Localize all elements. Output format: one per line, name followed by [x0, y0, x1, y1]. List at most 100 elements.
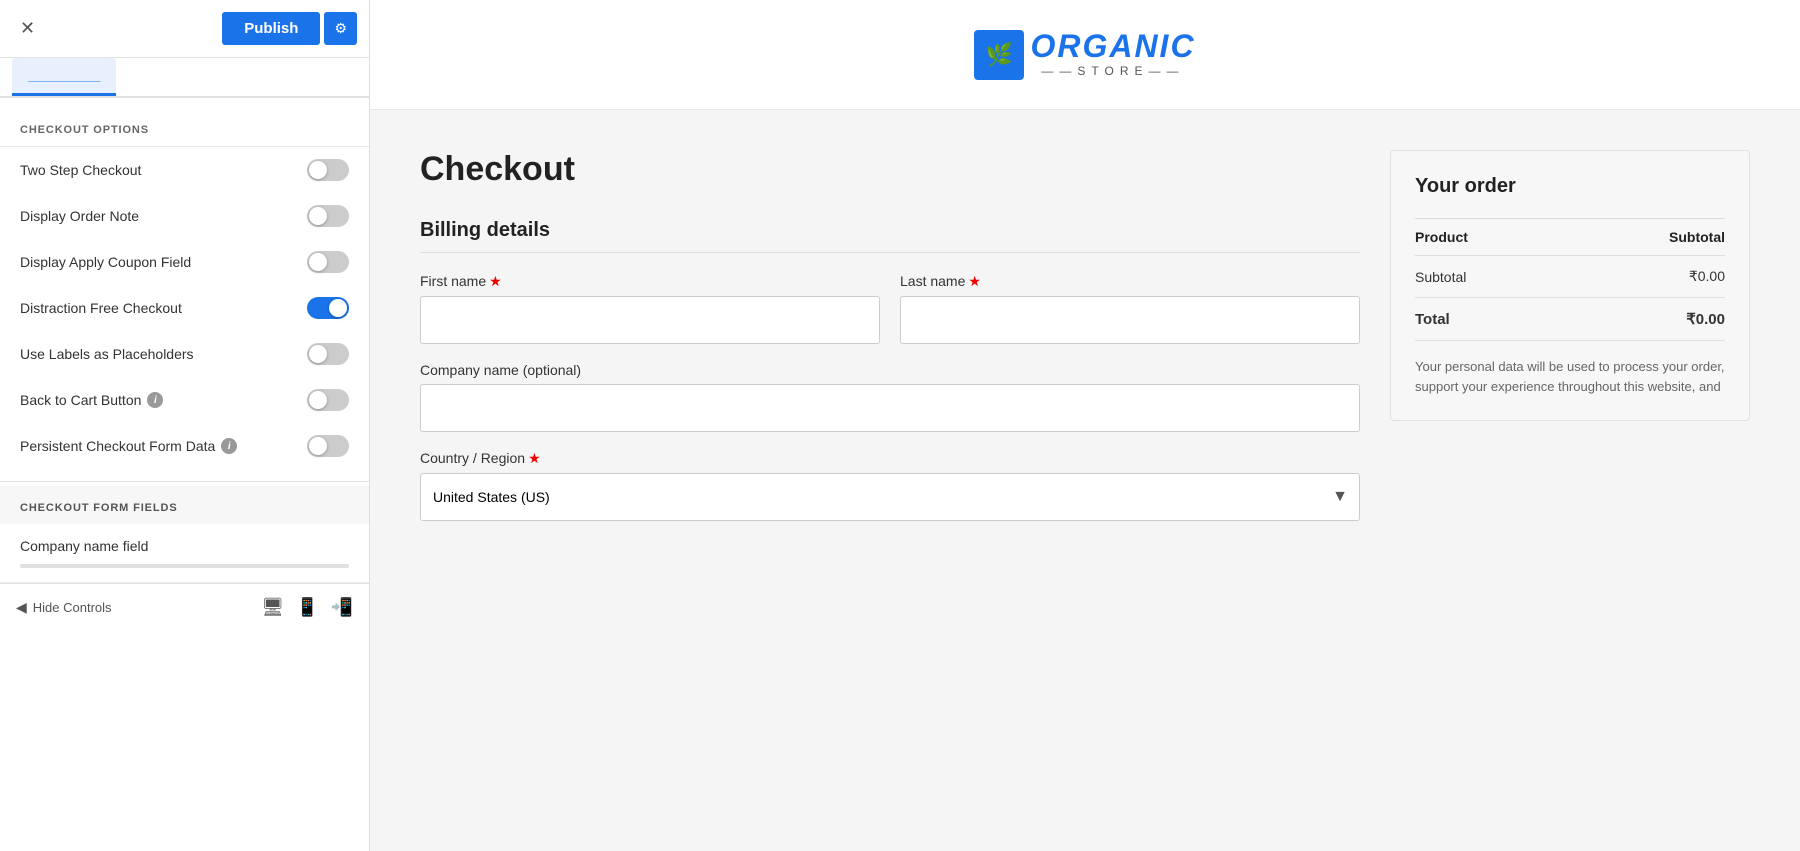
checkout-title: Checkout: [420, 150, 1360, 189]
company-name-field-item[interactable]: Company name field: [0, 524, 369, 583]
option-label-persistent-checkout: Persistent Checkout Form Data i: [20, 438, 237, 454]
hide-controls-button[interactable]: ◀ Hide Controls: [16, 599, 112, 616]
last-name-group: Last name★: [900, 273, 1360, 344]
toggle-display-order-note[interactable]: [307, 205, 349, 227]
order-panel: Your order Product Subtotal Subtotal ₹0.…: [1390, 150, 1750, 421]
country-select-wrap: United States (US) ▼: [420, 473, 1360, 521]
first-name-input[interactable]: [420, 296, 880, 344]
toggle-thumb-back-to-cart: [309, 391, 327, 409]
option-label-back-to-cart: Back to Cart Button i: [20, 392, 163, 408]
toggle-display-apply-coupon[interactable]: [307, 251, 349, 273]
total-label: Total: [1415, 298, 1566, 341]
option-text-back-to-cart: Back to Cart Button: [20, 392, 141, 408]
desktop-icon[interactable]: 🖥: [261, 597, 284, 618]
checkout-form-fields-title: CHECKOUT FORM FIELDS: [0, 486, 369, 524]
toggle-track-distraction-free: [307, 297, 349, 319]
product-header: Product: [1415, 219, 1566, 256]
logo-icon-box: 🌿: [974, 30, 1024, 80]
first-name-label: First name★: [420, 273, 880, 290]
toggle-thumb-use-labels: [309, 345, 327, 363]
toggle-track-display-order-note: [307, 205, 349, 227]
settings-button[interactable]: ⚙: [324, 12, 357, 45]
subtotal-value: ₹0.00: [1566, 256, 1725, 298]
active-tab[interactable]: __________: [12, 58, 116, 96]
toggle-track-display-apply-coupon: [307, 251, 349, 273]
tablet-icon[interactable]: 📱: [296, 597, 318, 618]
toggle-thumb-display-apply-coupon: [309, 253, 327, 271]
toggle-back-to-cart[interactable]: [307, 389, 349, 411]
first-name-group: First name★: [420, 273, 880, 344]
toggle-track-persistent-checkout: [307, 435, 349, 457]
device-icons: 🖥 📱 📲: [261, 597, 353, 618]
logo-highlight: O: [1030, 28, 1057, 64]
option-text-display-apply-coupon: Display Apply Coupon Field: [20, 254, 191, 270]
subtotal-label: Subtotal: [1415, 256, 1566, 298]
publish-button[interactable]: Publish: [222, 12, 320, 45]
billing-section: Checkout Billing details First name★ Las…: [420, 150, 1360, 539]
option-label-display-apply-coupon: Display Apply Coupon Field: [20, 254, 191, 270]
company-label: Company name (optional): [420, 362, 1360, 378]
option-row-two-step-checkout: Two Step Checkout: [0, 147, 369, 193]
country-row: Country / Region★ United States (US) ▼: [420, 450, 1360, 521]
last-name-input[interactable]: [900, 296, 1360, 344]
toggle-track-two-step-checkout: [307, 159, 349, 181]
name-row: First name★ Last name★: [420, 273, 1360, 344]
hide-controls-arrow: ◀: [16, 599, 27, 616]
left-panel: ✕ Publish ⚙ __________ CHECKOUT OPTIONS …: [0, 0, 370, 851]
site-header: 🌿 ORGANIC ——STORE——: [370, 0, 1800, 110]
first-name-required: ★: [489, 273, 502, 289]
toggle-track-back-to-cart: [307, 389, 349, 411]
top-bar: ✕ Publish ⚙: [0, 0, 369, 58]
toggle-track-use-labels: [307, 343, 349, 365]
toggle-thumb-two-step-checkout: [309, 161, 327, 179]
total-value: ₹0.00: [1566, 298, 1725, 341]
help-icon-back-to-cart[interactable]: i: [147, 392, 163, 408]
logo-leaf-icon: 🌿: [986, 42, 1013, 68]
publish-area: Publish ⚙: [222, 12, 357, 45]
toggle-use-labels[interactable]: [307, 343, 349, 365]
billing-title: Billing details: [420, 219, 1360, 253]
checkout-form-fields-section: CHECKOUT FORM FIELDS Company name field: [0, 486, 369, 583]
option-text-display-order-note: Display Order Note: [20, 208, 139, 224]
checkout-options-title: CHECKOUT OPTIONS: [0, 106, 369, 147]
order-table: Product Subtotal Subtotal ₹0.00 Total ₹0…: [1415, 218, 1725, 341]
checkout-content: Checkout Billing details First name★ Las…: [370, 110, 1800, 579]
company-group: Company name (optional): [420, 362, 1360, 432]
subtotal-header: Subtotal: [1566, 219, 1725, 256]
option-label-distraction-free: Distraction Free Checkout: [20, 300, 182, 316]
company-row: Company name (optional): [420, 362, 1360, 432]
privacy-note: Your personal data will be used to proce…: [1415, 357, 1725, 396]
option-row-back-to-cart: Back to Cart Button i: [0, 377, 369, 423]
option-row-display-order-note: Display Order Note: [0, 193, 369, 239]
toggle-thumb-distraction-free: [329, 299, 347, 317]
option-text-use-labels: Use Labels as Placeholders: [20, 346, 194, 362]
logo-area: ORGANIC ——STORE——: [1030, 30, 1195, 78]
mobile-icon[interactable]: 📲: [331, 597, 353, 618]
option-row-use-labels: Use Labels as Placeholders: [0, 331, 369, 377]
checkout-options-section: CHECKOUT OPTIONS Two Step Checkout Displa…: [0, 98, 369, 477]
logo-sub: ——STORE——: [1041, 64, 1184, 78]
toggle-persistent-checkout[interactable]: [307, 435, 349, 457]
field-slider-bar: [20, 564, 349, 568]
help-icon-persistent-checkout[interactable]: i: [221, 438, 237, 454]
subtotal-row: Subtotal ₹0.00: [1415, 256, 1725, 298]
toggle-two-step-checkout[interactable]: [307, 159, 349, 181]
logo-wrapper: 🌿 ORGANIC ——STORE——: [974, 30, 1195, 80]
company-input[interactable]: [420, 384, 1360, 432]
tab-bar: __________: [0, 58, 369, 98]
option-row-display-apply-coupon: Display Apply Coupon Field: [0, 239, 369, 285]
right-content: 🌿 ORGANIC ——STORE—— Checkout Billing det…: [370, 0, 1800, 851]
logo-rest: RGANIC: [1057, 28, 1195, 64]
toggle-distraction-free[interactable]: [307, 297, 349, 319]
option-label-two-step-checkout: Two Step Checkout: [20, 162, 141, 178]
option-row-persistent-checkout: Persistent Checkout Form Data i: [0, 423, 369, 469]
country-select[interactable]: United States (US): [420, 473, 1360, 521]
total-row: Total ₹0.00: [1415, 298, 1725, 341]
option-text-persistent-checkout: Persistent Checkout Form Data: [20, 438, 215, 454]
toggle-thumb-display-order-note: [309, 207, 327, 225]
last-name-label: Last name★: [900, 273, 1360, 290]
order-title: Your order: [1415, 175, 1725, 198]
last-name-required: ★: [968, 273, 981, 289]
close-button[interactable]: ✕: [12, 14, 43, 43]
bottom-bar: ◀ Hide Controls 🖥 📱 📲: [0, 583, 369, 631]
